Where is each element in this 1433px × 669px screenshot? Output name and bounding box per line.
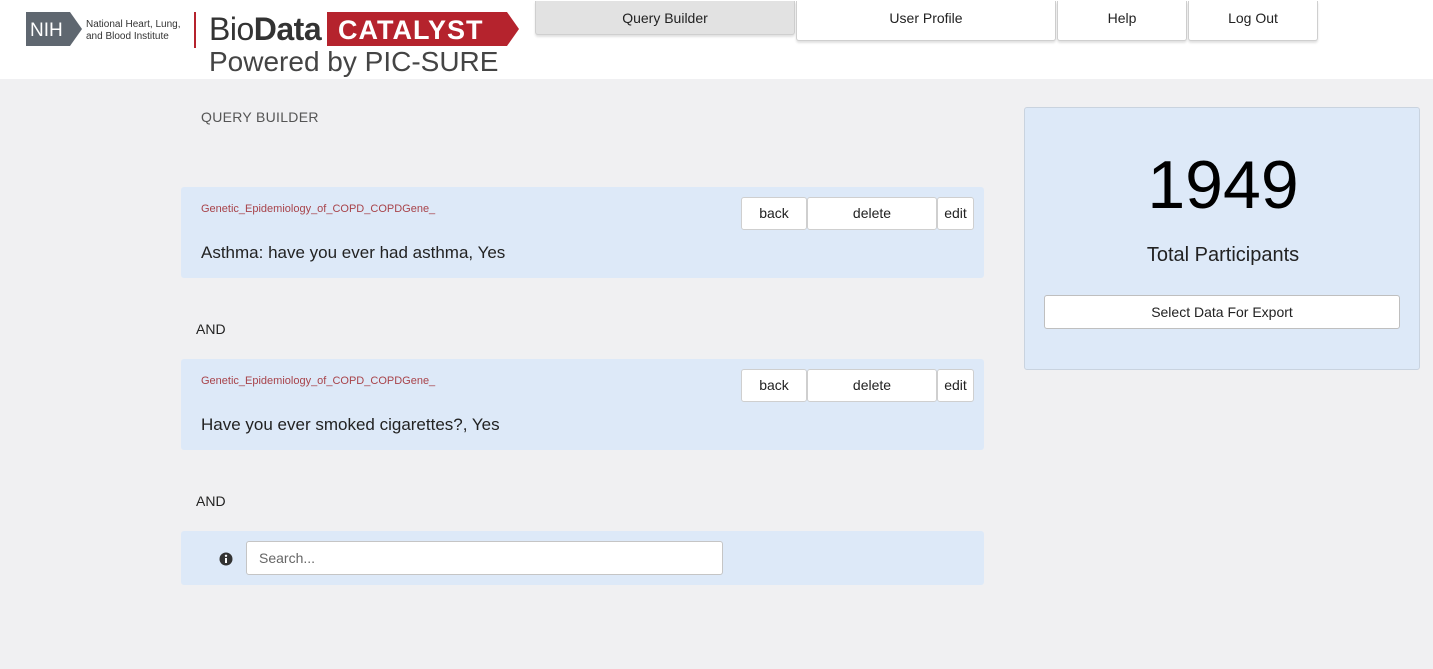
page-title: QUERY BUILDER xyxy=(201,109,319,125)
catalyst-banner: CATALYST xyxy=(327,12,519,46)
nih-logo-icon: NIH xyxy=(26,12,82,46)
app-header: NIH National Heart, Lung, and Blood Inst… xyxy=(0,0,1433,79)
back-button[interactable]: back xyxy=(741,197,807,230)
participant-summary-panel: 1949 Total Participants Select Data For … xyxy=(1024,107,1420,370)
tab-user-profile[interactable]: User Profile xyxy=(796,1,1056,41)
select-data-for-export-button[interactable]: Select Data For Export xyxy=(1044,295,1400,329)
brand-bio-bold: Data xyxy=(253,11,322,47)
tab-log-out[interactable]: Log Out xyxy=(1188,1,1318,41)
tab-query-builder[interactable]: Query Builder xyxy=(535,1,795,35)
nih-institute-name: National Heart, Lung, and Blood Institut… xyxy=(86,19,181,42)
search-card xyxy=(181,531,984,585)
brand-biodata: BioData xyxy=(209,10,322,48)
delete-button[interactable]: delete xyxy=(807,369,937,402)
delete-button[interactable]: delete xyxy=(807,197,937,230)
filter-card: Genetic_Epidemiology_of_COPD_COPDGene_ A… xyxy=(181,187,984,278)
edit-button[interactable]: edit xyxy=(937,197,974,230)
info-circle-icon[interactable] xyxy=(219,552,233,566)
filter-study-name: Genetic_Epidemiology_of_COPD_COPDGene_ xyxy=(201,375,436,387)
total-participants-label: Total Participants xyxy=(1146,244,1300,266)
back-button[interactable]: back xyxy=(741,369,807,402)
catalyst-text: CATALYST xyxy=(338,15,484,45)
and-operator: AND xyxy=(196,321,226,337)
brand-powered-by: Powered by PIC-SURE xyxy=(209,46,499,77)
filter-description: Asthma: have you ever had asthma, Yes xyxy=(201,243,506,262)
filter-description: Have you ever smoked cigarettes?, Yes xyxy=(201,415,500,434)
tab-help[interactable]: Help xyxy=(1057,1,1187,41)
filter-card: Genetic_Epidemiology_of_COPD_COPDGene_ H… xyxy=(181,359,984,450)
and-operator: AND xyxy=(196,493,226,509)
search-input[interactable] xyxy=(246,541,723,575)
brand-divider xyxy=(194,12,196,48)
brand-bio-light: Bio xyxy=(209,11,254,47)
nih-badge-text: NIH xyxy=(30,20,63,41)
edit-button[interactable]: edit xyxy=(937,369,974,402)
total-participants-count: 1949 xyxy=(1147,147,1299,223)
filter-study-name: Genetic_Epidemiology_of_COPD_COPDGene_ xyxy=(201,203,436,215)
